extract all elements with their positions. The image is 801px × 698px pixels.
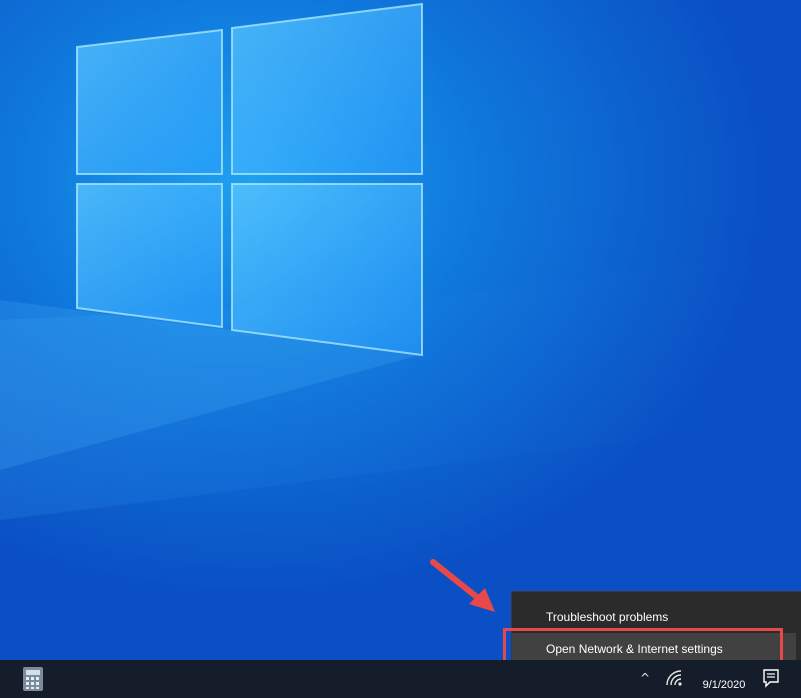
annotation-arrow <box>430 559 495 612</box>
taskbar-clock[interactable]: 9/1/2020 <box>692 664 756 696</box>
clock-time <box>692 664 756 676</box>
desktop: Troubleshoot problems Open Network & Int… <box>0 0 801 698</box>
action-center-icon[interactable] <box>762 668 780 688</box>
wifi-icon[interactable] <box>664 668 684 688</box>
show-hidden-icons-chevron[interactable]: ^ <box>640 672 650 684</box>
clock-date: 9/1/2020 <box>702 679 746 691</box>
menu-item-troubleshoot-problems[interactable]: Troubleshoot problems <box>512 601 801 633</box>
calculator-icon[interactable] <box>22 666 44 692</box>
network-context-menu: Troubleshoot problems Open Network & Int… <box>511 591 801 669</box>
